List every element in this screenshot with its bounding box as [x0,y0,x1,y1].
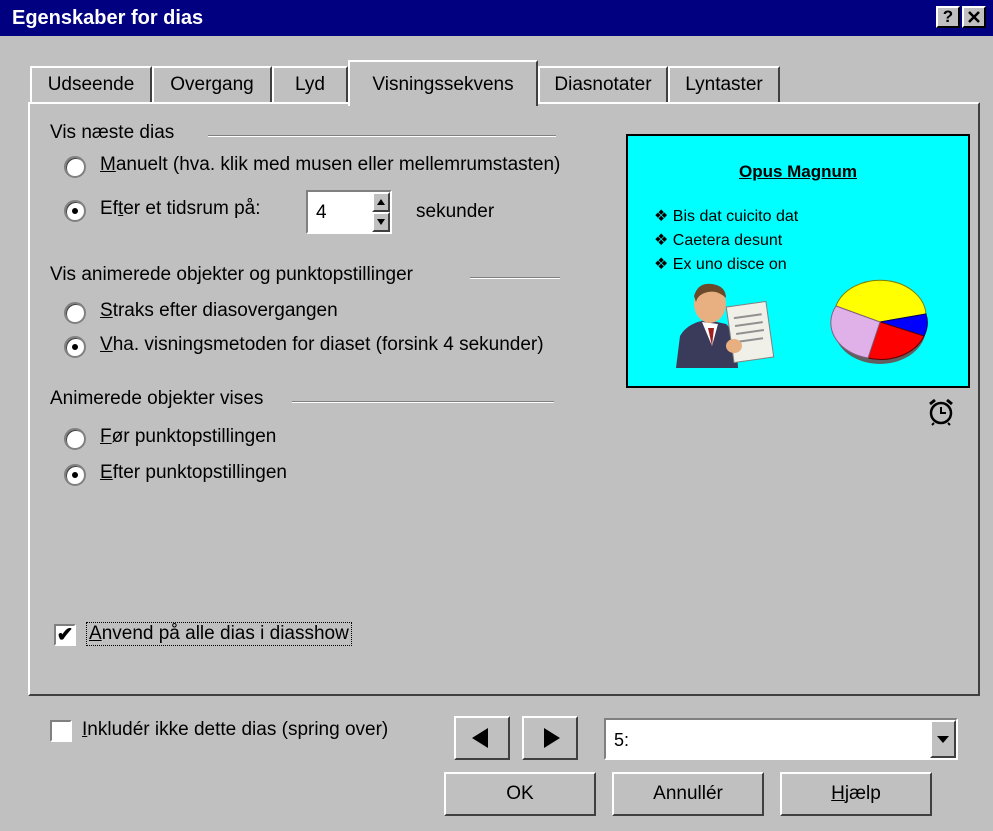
businessman-clipart [676,283,775,368]
tab-visningssekvens[interactable]: Visningssekvens [348,60,538,106]
dropdown-button[interactable] [930,720,956,758]
radio-before[interactable] [64,428,86,450]
group-divider [208,135,556,137]
tab-label: Udseende [47,74,135,95]
preview-bullet: ❖ Ex uno disce on [654,256,787,273]
skip-slide-label[interactable]: Inkludér ikke dette dias (spring over) [82,719,388,741]
preview-title: Opus Magnum [738,162,858,181]
group-animated-label: Vis animerede objekter og punktopstillin… [50,264,413,285]
radio-before-label[interactable]: Før punktopstillingen [100,426,276,448]
radio-after[interactable] [64,464,86,486]
ok-button[interactable]: OK [444,772,596,816]
radio-after-label[interactable]: Efter punktopstillingen [100,462,287,484]
tab-label: Overgang [170,74,254,95]
tab-label: Diasnotater [554,74,652,95]
seconds-input[interactable]: 4 [316,202,327,224]
radio-immediate-label[interactable]: Straks efter diasovergangen [100,300,338,322]
bullet-icon: ❖ [654,256,669,273]
radio-timed-label[interactable]: Efter et tidsrum på: [100,198,261,220]
alarm-clock-icon [929,398,953,426]
tab-label: Lyntaster [685,74,763,95]
radio-manual[interactable] [64,156,86,178]
slide-preview: Opus Magnum ❖ Bis dat cuicito dat ❖ Caet… [626,134,970,388]
radio-immediate[interactable] [64,302,86,324]
tab-lyntaster[interactable]: Lyntaster [668,66,780,102]
group-next-slide-label: Vis næste dias [50,122,175,143]
tab-lyd[interactable]: Lyd [272,66,348,102]
tab-diasnotater[interactable]: Diasnotater [538,66,668,102]
slide-select[interactable]: 5: [604,718,958,760]
preview-bullet: ❖ Bis dat cuicito dat [654,208,799,225]
slide-select-value: 5: [614,730,630,750]
seconds-spinner[interactable]: 4 [306,190,392,234]
window-title: Egenskaber for dias [12,7,204,29]
pie-chart-clipart [830,279,928,364]
arrow-right-icon [544,728,560,748]
close-button[interactable] [962,6,986,28]
tab-label: Lyd [295,74,325,95]
tab-overgang[interactable]: Overgang [152,66,272,102]
bullet-icon: ❖ [654,208,669,225]
apply-all-label[interactable]: Anvend på alle dias i diasshow [86,622,352,646]
title-bar: Egenskaber for dias ? [0,0,993,36]
radio-method[interactable] [64,336,86,358]
close-icon [968,11,980,23]
spin-down-button[interactable] [372,212,390,232]
seconds-unit-label: sekunder [416,201,495,222]
preview-bullet: ❖ Caetera desunt [654,232,783,249]
prev-slide-button[interactable] [454,716,510,760]
help-title-button[interactable]: ? [936,6,960,28]
group-divider [292,401,554,403]
tab-panel: Vis næste dias Manuelt (hva. klik med mu… [28,102,980,696]
bullet-icon: ❖ [654,232,669,249]
radio-timed[interactable] [64,200,86,222]
cancel-button[interactable]: Annullér [612,772,764,816]
help-button[interactable]: Hjælp [780,772,932,816]
arrow-left-icon [472,728,488,748]
group-show-label: Animerede objekter vises [50,388,264,409]
tab-label: Visningssekvens [372,74,514,95]
radio-method-label[interactable]: Vha. visningsmetoden for diaset (forsink… [100,334,544,356]
tab-udseende[interactable]: Udseende [30,66,152,102]
group-divider [470,277,560,279]
apply-all-checkbox[interactable]: ✔ [54,624,76,646]
arrow-down-icon [377,219,385,225]
next-slide-button[interactable] [522,716,578,760]
arrow-up-icon [377,199,385,205]
spin-up-button[interactable] [372,192,390,212]
chevron-down-icon [937,736,949,743]
radio-manual-label[interactable]: Manuelt (hva. klik med musen eller melle… [100,154,560,176]
dialog-window: Egenskaber for dias ? Udseende Overgang … [0,0,993,831]
skip-slide-checkbox[interactable] [50,720,72,742]
